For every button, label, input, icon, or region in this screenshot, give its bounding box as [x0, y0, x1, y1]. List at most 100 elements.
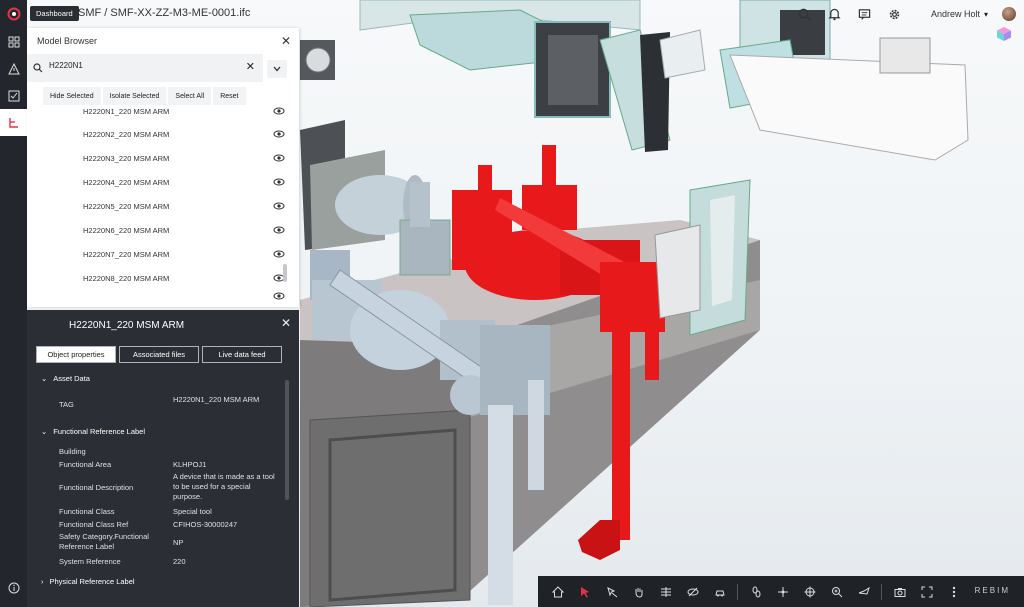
close-icon[interactable]: ✕ [281, 316, 291, 330]
toolbar-divider [737, 583, 738, 600]
tree-item-label: H2220N5_220 MSM ARM [83, 202, 170, 211]
properties-body: ⌄ Asset Data TAG H2220N1_220 MSM ARM ⌄ Fun… [27, 370, 289, 607]
close-icon[interactable]: ✕ [281, 34, 291, 48]
property-label: System Reference [59, 557, 121, 566]
section-label: Asset Data [53, 374, 90, 383]
tree-item[interactable]: H2220N4_220 MSM ARM [27, 174, 289, 196]
measure-select-icon[interactable] [598, 576, 625, 607]
eye-icon[interactable] [273, 129, 285, 139]
tree-item-label: H2220N1_220 MSM ARM [83, 107, 170, 116]
section-asset-data[interactable]: ⌄ Asset Data [41, 374, 90, 383]
brand-label: REBIM [974, 586, 1010, 595]
info-icon[interactable] [0, 574, 27, 601]
camera-icon[interactable] [886, 576, 913, 607]
search-icon[interactable] [797, 6, 813, 22]
more-options-icon[interactable] [940, 576, 967, 607]
move-icon[interactable] [769, 576, 796, 607]
section-label: Functional Reference Label [53, 427, 146, 436]
property-value: CFIHOS-30000247 [173, 520, 238, 529]
eye-icon[interactable] [273, 291, 285, 301]
top-bar: SMF / SMF-XX-ZZ-M3-ME-0001.ifc Andrew Ho… [0, 0, 1024, 41]
chevron-down-icon: ⌄ [41, 427, 48, 436]
model-tree-button[interactable] [0, 109, 27, 136]
section-functional-reference[interactable]: ⌄ Functional Reference Label [41, 427, 145, 436]
search-icon [33, 63, 43, 73]
property-label: Functional Description [59, 483, 134, 492]
property-value: A device that is made as a tool to be us… [173, 472, 275, 501]
chevron-down-icon[interactable]: ▾ [984, 10, 988, 19]
fullscreen-icon[interactable] [913, 576, 940, 607]
tree-item-label: H2220N6_220 MSM ARM [83, 226, 170, 235]
left-rail [0, 0, 27, 607]
chevron-down-icon: ⌄ [41, 374, 48, 383]
property-label: Functional Class [59, 507, 115, 516]
scrollbar[interactable] [285, 380, 289, 500]
section-label: Physical Reference Label [49, 577, 135, 586]
clear-search-icon[interactable]: ✕ [246, 60, 255, 73]
bell-icon[interactable] [827, 6, 843, 22]
properties-tabs: Object properties Associated files Live … [36, 346, 282, 363]
eye-icon[interactable] [273, 153, 285, 163]
comment-icon[interactable] [857, 6, 873, 22]
tab-object-properties[interactable]: Object properties [36, 346, 116, 363]
hide-icon[interactable] [679, 576, 706, 607]
dashboard-button[interactable] [0, 28, 27, 55]
avatar[interactable] [1002, 7, 1016, 21]
tree-item[interactable] [27, 285, 289, 302]
tree-item-label: H2220N2_220 MSM ARM [83, 130, 170, 139]
walk-icon[interactable] [742, 576, 769, 607]
view-cube-icon[interactable] [996, 26, 1012, 42]
tree-item[interactable]: H2220N7_220 MSM ARM [27, 246, 289, 268]
toolbar-divider [881, 583, 882, 600]
tree-item-label: H2220N8_220 MSM ARM [83, 274, 170, 283]
search-box: ✕ [27, 54, 263, 82]
zoom-icon[interactable] [823, 576, 850, 607]
gear-icon[interactable] [887, 6, 903, 22]
eye-icon[interactable] [273, 177, 285, 187]
scrollbar[interactable] [283, 264, 287, 282]
dashboard-tooltip: Dashboard [30, 6, 79, 21]
select-cursor-icon[interactable] [571, 576, 598, 607]
user-menu[interactable]: Andrew Holt [931, 9, 980, 19]
eye-icon[interactable] [273, 106, 285, 116]
tree-item-label: H2220N3_220 MSM ARM [83, 154, 170, 163]
section-plane-icon[interactable] [652, 576, 679, 607]
property-value: Special tool [173, 507, 212, 516]
property-label: Functional Class Ref [59, 520, 129, 529]
eye-icon[interactable] [273, 201, 285, 211]
tree-item-label: H2220N4_220 MSM ARM [83, 178, 170, 187]
tab-live-data-feed[interactable]: Live data feed [202, 346, 282, 363]
viewer-toolbar: REBIM [538, 576, 1024, 607]
tab-associated-files[interactable]: Associated files [119, 346, 199, 363]
properties-panel: H2220N1_220 MSM ARM ✕ Object properties … [27, 310, 299, 607]
property-value: 220 [173, 557, 186, 566]
tree-item[interactable]: H2220N6_220 MSM ARM [27, 222, 289, 244]
section-physical-reference[interactable]: › Physical Reference Label [41, 577, 135, 586]
home-icon[interactable] [544, 576, 571, 607]
tree-item[interactable]: H2220N5_220 MSM ARM [27, 198, 289, 220]
property-value: KLHPOJ1 [173, 460, 207, 469]
warning-icon[interactable] [0, 55, 27, 82]
property-label: Building [59, 447, 86, 456]
app-logo[interactable] [0, 0, 27, 28]
properties-title: H2220N1_220 MSM ARM [69, 320, 185, 331]
tree-item[interactable]: H2220N1_220 MSM ARM [27, 103, 289, 125]
property-value: H2220N1_220 MSM ARM [173, 395, 260, 404]
model-browser-title: Model Browser [37, 36, 98, 46]
orbit-icon[interactable] [796, 576, 823, 607]
property-label: Functional Area [59, 460, 112, 469]
search-input[interactable] [49, 61, 239, 70]
tree-item-label: H2220N7_220 MSM ARM [83, 250, 170, 259]
pan-hand-icon[interactable] [625, 576, 652, 607]
tree-item[interactable]: H2220N3_220 MSM ARM [27, 150, 289, 172]
top-bar-actions: Andrew Holt ▾ [797, 0, 1016, 28]
eye-icon[interactable] [273, 225, 285, 235]
breadcrumb[interactable]: SMF / SMF-XX-ZZ-M3-ME-0001.ifc [78, 7, 250, 19]
tree-item[interactable]: H2220N2_220 MSM ARM [27, 126, 289, 148]
eye-icon[interactable] [273, 249, 285, 259]
property-label: Safety Category.Functional Reference Lab… [59, 532, 149, 551]
checklist-icon[interactable] [0, 82, 27, 109]
first-person-icon[interactable] [706, 576, 733, 607]
fly-icon[interactable] [850, 576, 877, 607]
chevron-down-icon[interactable] [267, 60, 287, 78]
